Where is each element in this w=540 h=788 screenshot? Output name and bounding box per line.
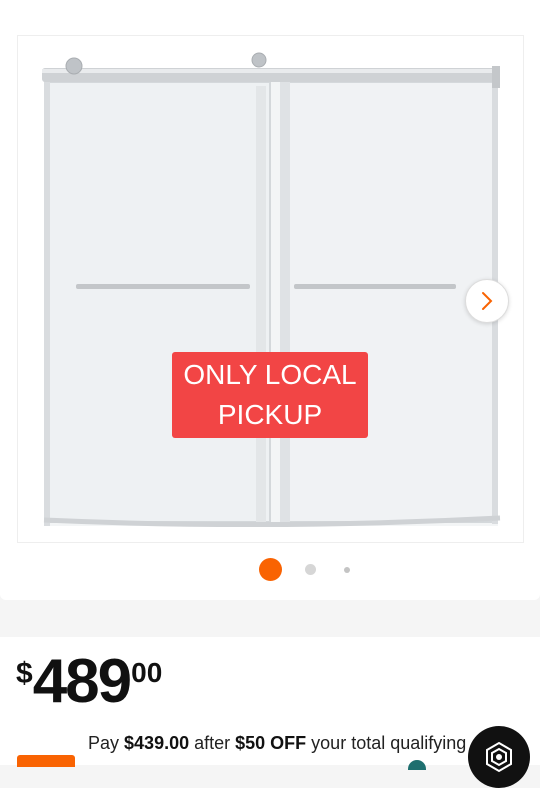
promo-suffix: your total qualifying [306,733,467,753]
price-currency: $ [16,657,33,690]
carousel-dot-2[interactable] [305,564,316,575]
chat-assistant-button[interactable] [468,726,530,788]
local-pickup-badge: ONLY LOCAL PICKUP [172,352,368,438]
shower-door-illustration [42,52,501,528]
product-price: $ 489 00 [16,651,162,713]
next-image-button[interactable] [465,279,509,323]
price-section: $ 489 00 Pay $439.00 after $50 OFF your … [0,637,540,767]
chat-assistant-icon [486,741,512,773]
price-dollars: 489 [32,647,132,716]
credit-card-icon [17,755,75,767]
promo-discount: $50 OFF [235,733,307,753]
carousel-indicators [0,558,540,582]
product-gallery-card: ONLY LOCAL PICKUP [0,0,540,600]
promo-middle: after [189,733,236,753]
carousel-dot-1[interactable] [259,558,282,581]
promo-pay-amount: $439.00 [124,733,190,753]
chevron-right-icon [482,292,493,310]
badge-line-1: ONLY LOCAL [183,359,357,390]
product-image[interactable] [17,35,524,543]
badge-line-2: PICKUP [217,399,323,430]
card-promo-text[interactable]: Pay $439.00 after $50 OFF your total qua… [88,733,488,754]
carousel-dot-3[interactable] [344,567,350,573]
price-cents: 00 [131,657,163,688]
promo-prefix: Pay [88,733,125,753]
